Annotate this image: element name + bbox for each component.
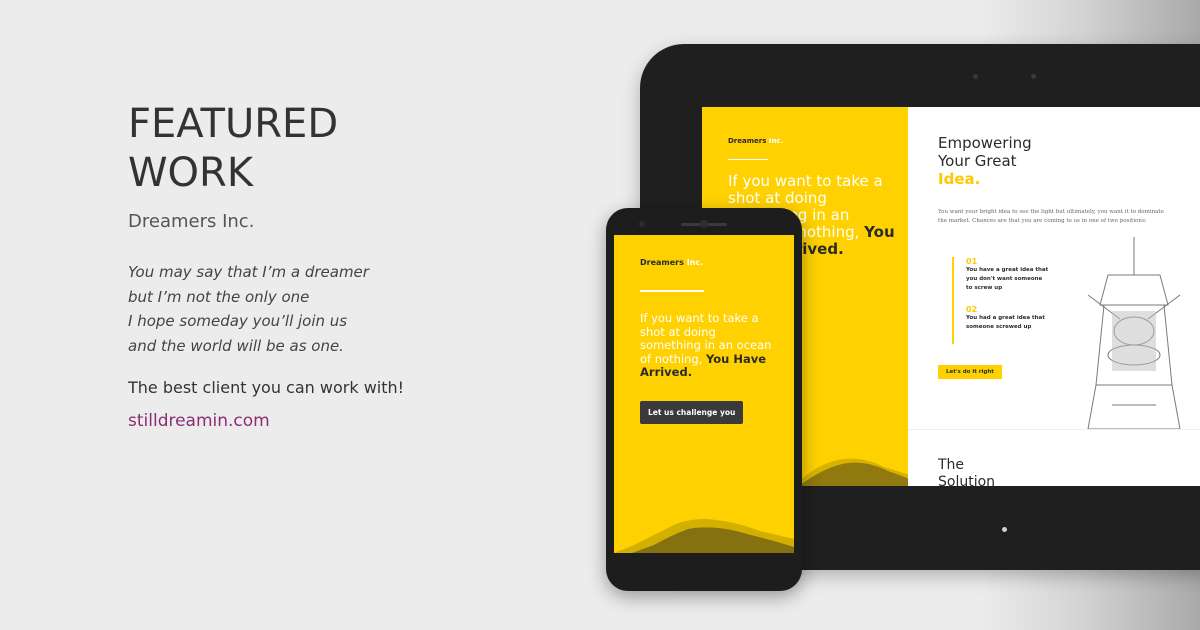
- quote: You may say that I’m a dreamer but I’m n…: [128, 260, 568, 358]
- tablet-solution-title: The Solution: [938, 457, 995, 486]
- title-line: Empowering: [938, 134, 1032, 152]
- tagline: The best client you can work with!: [128, 378, 405, 397]
- tablet-body-text: You want your bright idea to see the lig…: [938, 209, 1164, 224]
- phone-screen: Dreamers Inc. If you want to take a shot…: [614, 235, 794, 553]
- tablet-camera-icon: [1031, 74, 1036, 79]
- brand-suffix: Inc.: [686, 258, 704, 267]
- tablet-content-panel: Empowering Your Great Idea. You want you…: [908, 107, 1200, 486]
- phone-mockup: Dreamers Inc. If you want to take a shot…: [606, 208, 802, 591]
- tablet-section-title: Empowering Your Great Idea.: [938, 134, 1032, 188]
- title-accent: Idea.: [938, 170, 981, 188]
- quote-line: You may say that I’m a dreamer: [128, 263, 369, 281]
- phone-camera-icon: [700, 220, 708, 228]
- tablet-cta-button[interactable]: Let's do it right: [938, 365, 1002, 379]
- quote-line: I hope someday you’ll join us: [128, 312, 348, 330]
- quote-line: but I’m not the only one: [128, 287, 310, 306]
- divider: [728, 159, 768, 160]
- tablet-indicator-light-icon: [1002, 527, 1007, 532]
- client-name: Dreamers Inc.: [128, 211, 255, 232]
- phone-hero-text: If you want to take a shot at doing some…: [640, 311, 780, 380]
- title-line: Solution: [938, 474, 996, 486]
- title-line: Your Great: [938, 152, 1017, 170]
- title-line-1: FEATURED: [128, 101, 339, 147]
- title-line: The: [938, 457, 965, 473]
- mountain-illustration: [614, 519, 794, 553]
- mountain-illustration: [789, 458, 910, 486]
- position-list: 01 You have a great idea that you don't …: [952, 257, 1050, 344]
- brand-suffix: Inc.: [768, 137, 784, 145]
- section-divider: [908, 429, 1200, 430]
- phone-cta-button[interactable]: Let us challenge you: [640, 401, 744, 424]
- list-number: 02: [966, 305, 978, 314]
- divider: [640, 290, 704, 292]
- phone-sensor-icon: [639, 221, 645, 227]
- list-number: 01: [966, 257, 978, 266]
- phone-brand-logo[interactable]: Dreamers Inc.: [640, 258, 703, 267]
- list-item: You had a great idea that someone screwe…: [966, 315, 1045, 330]
- page-title: FEATURED WORK: [128, 100, 568, 198]
- tablet-sensor-icon: [973, 74, 978, 79]
- featured-work-section: FEATURED WORK Dreamers Inc. You may say …: [128, 100, 568, 431]
- brand-name: Dreamers: [640, 258, 684, 267]
- website-link[interactable]: stilldreamin.com: [128, 411, 270, 431]
- list-item: You have a great idea that you don't wan…: [966, 267, 1049, 291]
- quote-line: and the world will be as one.: [128, 336, 344, 355]
- title-line-2: WORK: [128, 150, 254, 196]
- lighthouse-illustration: [1087, 237, 1181, 430]
- brand-name: Dreamers: [728, 137, 767, 145]
- tablet-brand-logo[interactable]: Dreamers Inc.: [728, 137, 783, 145]
